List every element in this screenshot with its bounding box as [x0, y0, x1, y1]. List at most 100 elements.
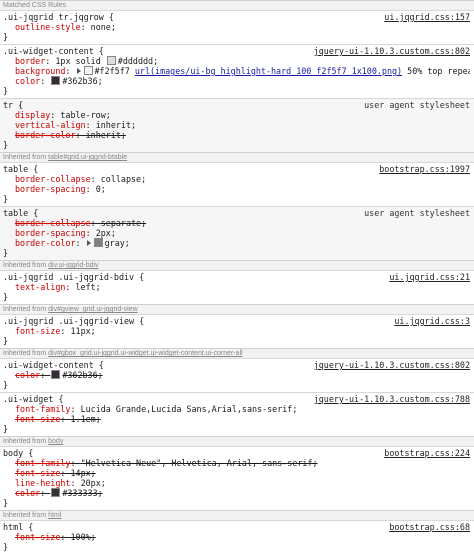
- inherited-element-link[interactable]: div.ui-jqgrid-bdiv: [48, 262, 98, 269]
- property-value[interactable]: 0;: [96, 184, 106, 194]
- property-value[interactable]: #362b36;: [62, 370, 102, 380]
- property-value-suffix[interactable]: 50% top repeat-x;: [402, 66, 470, 76]
- css-declaration[interactable]: font-family: Lucida Grande,Lucida Sans,A…: [3, 404, 470, 414]
- property-value[interactable]: none;: [91, 22, 116, 32]
- color-swatch-icon[interactable]: [106, 56, 116, 65]
- property-value[interactable]: gray;: [105, 238, 130, 248]
- inherited-header: Inherited from html: [0, 510, 474, 520]
- css-declaration[interactable]: border: 1px solid #dddddd;: [3, 56, 470, 66]
- property-name[interactable]: color: [15, 488, 40, 498]
- property-value[interactable]: 14px;: [70, 468, 95, 478]
- color-swatch-icon[interactable]: [93, 238, 103, 247]
- rule-group: table {bootstrap.css:1997 border-collapse…: [0, 162, 474, 260]
- property-value[interactable]: #333333;: [62, 488, 102, 498]
- css-declaration[interactable]: border-color: gray;: [3, 238, 470, 248]
- property-name[interactable]: vertical-align: [15, 120, 86, 130]
- property-value[interactable]: inherit;: [96, 120, 136, 130]
- property-name[interactable]: font-size: [15, 414, 60, 424]
- property-name[interactable]: text-align: [15, 282, 65, 292]
- property-value[interactable]: 20px;: [81, 478, 106, 488]
- property-value[interactable]: separate;: [101, 218, 146, 228]
- property-name[interactable]: border-spacing: [15, 184, 86, 194]
- rule-source-link[interactable]: ui.jqgrid.css:157: [384, 12, 470, 22]
- property-value[interactable]: 2px;: [96, 228, 116, 238]
- property-name[interactable]: font-size: [15, 326, 60, 336]
- property-name[interactable]: border: [15, 56, 45, 66]
- property-name[interactable]: line-height: [15, 478, 70, 488]
- rule-source-link[interactable]: jquery-ui-1.10.3.custom.css:802: [314, 46, 470, 56]
- color-swatch-icon[interactable]: [51, 370, 61, 379]
- property-value[interactable]: 100%;: [70, 532, 95, 542]
- property-value[interactable]: 11px;: [70, 326, 95, 336]
- property-value[interactable]: #362b36;: [62, 76, 102, 86]
- property-value[interactable]: inherit;: [86, 130, 126, 140]
- inherited-element-link[interactable]: body: [48, 438, 63, 445]
- property-name[interactable]: color: [15, 370, 40, 380]
- css-declaration[interactable]: color: #362b36;: [3, 76, 470, 86]
- property-name[interactable]: background: [15, 66, 65, 76]
- inherited-element-link[interactable]: html: [48, 512, 61, 519]
- rule-source-link[interactable]: bootstrap.css:68: [389, 522, 470, 532]
- color-swatch-icon[interactable]: [51, 76, 61, 85]
- css-declaration[interactable]: vertical-align: inherit;: [3, 120, 470, 130]
- property-name[interactable]: outline-style: [15, 22, 81, 32]
- rule-source-link[interactable]: ui.jqgrid.css:21: [389, 272, 470, 282]
- css-declaration[interactable]: border-spacing: 0;: [3, 184, 470, 194]
- rule-source-link[interactable]: ui.jqgrid.css:3: [394, 316, 470, 326]
- property-value[interactable]: 1.1em;: [70, 414, 100, 424]
- property-value[interactable]: #dddddd;: [118, 56, 158, 66]
- color-swatch-icon[interactable]: [51, 488, 61, 497]
- colon: :: [40, 370, 51, 380]
- property-value[interactable]: "Helvetica Neue", Helvetica, Arial, sans…: [81, 458, 318, 468]
- property-name[interactable]: font-family: [15, 458, 70, 468]
- property-value[interactable]: Lucida Grande,Lucida Sans,Arial,sans-ser…: [81, 404, 298, 414]
- css-declaration[interactable]: line-height: 20px;: [3, 478, 470, 488]
- property-value[interactable]: collapse;: [101, 174, 146, 184]
- rule-source-link[interactable]: bootstrap.css:1997: [379, 164, 470, 174]
- property-name[interactable]: border-spacing: [15, 228, 86, 238]
- property-value-prefix[interactable]: 1px solid: [55, 56, 105, 66]
- css-declaration[interactable]: outline-style: none;: [3, 22, 470, 32]
- css-declaration[interactable]: border-collapse: collapse;: [3, 174, 470, 184]
- property-name[interactable]: border-color: [15, 238, 76, 248]
- property-name[interactable]: font-family: [15, 404, 70, 414]
- expand-arrow-icon[interactable]: [86, 240, 91, 246]
- css-declaration[interactable]: border-spacing: 2px;: [3, 228, 470, 238]
- inherited-element-link[interactable]: div#gview_grid.ui-jqgrid-view: [48, 306, 137, 313]
- inherited-element-link[interactable]: table#grid.ui-jqgrid-btable: [48, 154, 127, 161]
- property-name[interactable]: display: [15, 110, 50, 120]
- rule-close-brace: }: [3, 498, 9, 508]
- css-declaration[interactable]: font-size: 1.1em;: [3, 414, 470, 424]
- rule-source-link[interactable]: jquery-ui-1.10.3.custom.css:802: [314, 360, 470, 370]
- expand-arrow-icon[interactable]: [76, 68, 81, 74]
- css-declaration[interactable]: color: #333333;: [3, 488, 470, 498]
- css-declaration[interactable]: font-family: "Helvetica Neue", Helvetica…: [3, 458, 470, 468]
- inherited-element-link[interactable]: div#gbox_grid.ui-jqgrid.ui-widget.ui-wid…: [48, 350, 243, 357]
- property-name[interactable]: border-color: [15, 130, 76, 140]
- rule-close-brace: }: [3, 542, 9, 552]
- property-name[interactable]: font-size: [15, 532, 60, 542]
- property-value[interactable]: left;: [76, 282, 101, 292]
- css-declaration[interactable]: font-size: 100%;: [3, 532, 470, 542]
- css-declaration[interactable]: color: #362b36;: [3, 370, 470, 380]
- rule-source-link[interactable]: bootstrap.css:224: [384, 448, 470, 458]
- css-declaration[interactable]: border-collapse: separate;: [3, 218, 470, 228]
- styles-pane: Matched CSS Rules .ui-jqgrid tr.jqgrow {…: [0, 0, 474, 554]
- css-declaration[interactable]: border-color: inherit;: [3, 130, 470, 140]
- css-declaration[interactable]: background: #f2f5f7 url(images/ui-bg_hig…: [3, 66, 470, 76]
- property-value[interactable]: #f2f5f7: [95, 66, 135, 76]
- css-declaration[interactable]: text-align: left;: [3, 282, 470, 292]
- property-name[interactable]: border-collapse: [15, 174, 91, 184]
- css-declaration[interactable]: display: table-row;: [3, 110, 470, 120]
- css-rule: html {bootstrap.css:68 font-size: 100%;}: [0, 520, 474, 554]
- css-declaration[interactable]: font-size: 11px;: [3, 326, 470, 336]
- property-name[interactable]: border-collapse: [15, 218, 91, 228]
- property-name[interactable]: color: [15, 76, 40, 86]
- property-value[interactable]: table-row;: [60, 110, 110, 120]
- color-swatch-icon[interactable]: [83, 66, 93, 75]
- css-rule: .ui-jqgrid tr.jqgrow {ui.jqgrid.css:157 o…: [0, 10, 474, 44]
- css-declaration[interactable]: font-size: 14px;: [3, 468, 470, 478]
- resource-url-link[interactable]: url(images/ui-bg_highlight-hard_100_f2f5…: [135, 66, 402, 76]
- property-name[interactable]: font-size: [15, 468, 60, 478]
- rule-source-link[interactable]: jquery-ui-1.10.3.custom.css:788: [314, 394, 470, 404]
